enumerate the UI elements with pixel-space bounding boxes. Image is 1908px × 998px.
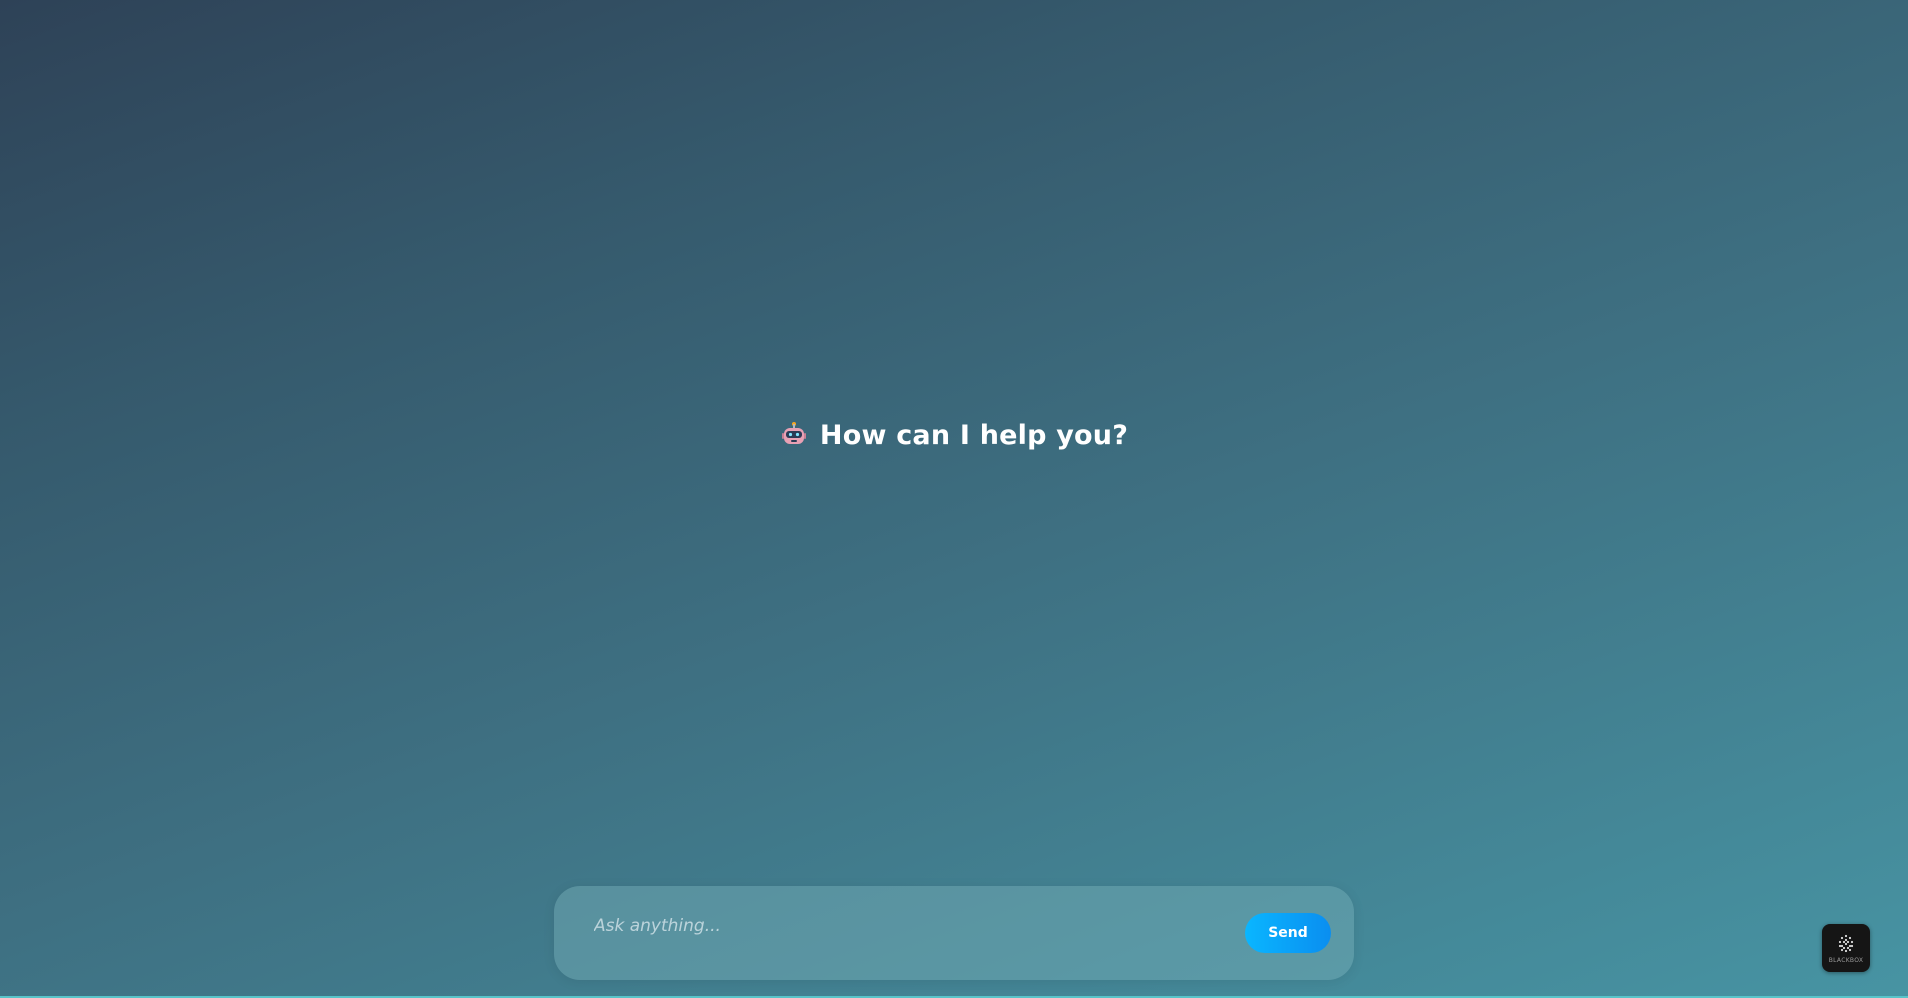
robot-icon xyxy=(780,421,808,449)
blackbox-logo-icon xyxy=(1835,933,1857,955)
chat-input[interactable] xyxy=(592,908,1276,944)
welcome-heading: How can I help you? xyxy=(780,420,1128,451)
blackbox-logo-text: BLACKBOX xyxy=(1828,956,1864,964)
chat-composer: Send xyxy=(554,886,1354,980)
blackbox-badge[interactable]: BLACKBOX xyxy=(1822,924,1870,972)
send-button[interactable]: Send xyxy=(1245,913,1331,953)
welcome-hero: How can I help you? xyxy=(0,410,1908,460)
page-title: How can I help you? xyxy=(819,419,1129,451)
